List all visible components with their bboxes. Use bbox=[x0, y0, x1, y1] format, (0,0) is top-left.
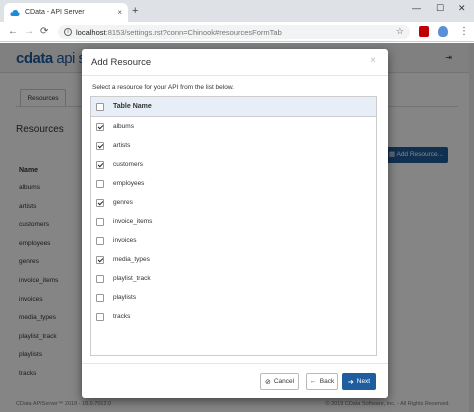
close-icon[interactable]: × bbox=[370, 55, 376, 66]
row-label: media_types bbox=[113, 256, 150, 263]
row-checkbox[interactable] bbox=[96, 160, 104, 169]
back-arrow-icon[interactable]: ← bbox=[8, 26, 18, 38]
reload-icon[interactable]: ⟳ bbox=[40, 26, 48, 38]
browser-tab-bar: CData - API Server × + — ☐ ✕ bbox=[0, 0, 474, 22]
dialog-header: Add Resource × bbox=[82, 49, 388, 76]
next-button[interactable]: ➜ Next bbox=[342, 373, 376, 390]
close-tab-icon[interactable]: × bbox=[117, 8, 122, 17]
table-row[interactable]: artists bbox=[91, 136, 376, 155]
table-row[interactable]: invoice_items bbox=[91, 212, 376, 231]
back-button[interactable]: ← Back bbox=[306, 373, 338, 390]
row-checkbox[interactable] bbox=[96, 217, 104, 226]
browser-toolbar: ← → ⟳ i localhost :8153/settings.rst?con… bbox=[0, 22, 474, 42]
dialog-description: Select a resource for your API from the … bbox=[92, 84, 234, 91]
address-bar[interactable]: i localhost :8153/settings.rst?conn=Chin… bbox=[58, 25, 410, 39]
table-row[interactable]: invoices bbox=[91, 231, 376, 250]
cancel-button[interactable]: ⊘ Cancel bbox=[260, 373, 299, 390]
info-icon[interactable]: i bbox=[64, 28, 72, 36]
forward-arrow-icon[interactable]: → bbox=[24, 26, 34, 38]
row-label: playlists bbox=[113, 294, 137, 301]
table-row[interactable]: media_types bbox=[91, 250, 376, 269]
table-row[interactable]: genres bbox=[91, 193, 376, 212]
menu-icon[interactable]: ⋮ bbox=[459, 26, 469, 38]
pdf-icon[interactable] bbox=[419, 26, 429, 37]
table-name-header: Table Name bbox=[113, 103, 152, 110]
url-path: :8153/settings.rst?conn=Chinook#resource… bbox=[105, 27, 282, 37]
dialog-title: Add Resource bbox=[91, 57, 152, 68]
arrow-left-icon: ← bbox=[309, 378, 317, 385]
star-icon[interactable]: ☆ bbox=[396, 26, 404, 37]
arrow-right-icon: ➜ bbox=[347, 378, 354, 386]
table-row[interactable]: albums bbox=[91, 117, 376, 136]
table-list: Table Name albums artists customers employe… bbox=[90, 96, 377, 356]
select-all-checkbox[interactable] bbox=[96, 102, 104, 111]
shield-icon[interactable] bbox=[438, 26, 448, 37]
row-label: playlist_track bbox=[113, 275, 151, 282]
add-resource-dialog: Add Resource × Select a resource for you… bbox=[82, 49, 388, 398]
row-label: employees bbox=[113, 180, 145, 187]
table-header-row: Table Name bbox=[91, 97, 376, 117]
table-rows: albums artists customers employees genres inv… bbox=[91, 117, 376, 326]
row-checkbox[interactable] bbox=[96, 122, 104, 131]
url-host: localhost bbox=[76, 27, 106, 37]
table-row[interactable]: customers bbox=[91, 155, 376, 174]
row-label: artists bbox=[113, 142, 131, 149]
row-label: tracks bbox=[113, 313, 131, 320]
row-label: customers bbox=[113, 161, 143, 168]
row-checkbox[interactable] bbox=[96, 179, 104, 188]
tab-title: CData - API Server bbox=[25, 9, 85, 16]
row-checkbox[interactable] bbox=[96, 198, 104, 207]
table-row[interactable]: playlist_track bbox=[91, 269, 376, 288]
minimize-icon[interactable]: — bbox=[412, 3, 421, 13]
row-checkbox[interactable] bbox=[96, 141, 104, 150]
row-checkbox[interactable] bbox=[96, 312, 104, 321]
table-row[interactable]: employees bbox=[91, 174, 376, 193]
table-row[interactable]: tracks bbox=[91, 307, 376, 326]
row-checkbox[interactable] bbox=[96, 236, 104, 245]
row-label: invoices bbox=[113, 237, 137, 244]
row-label: invoice_items bbox=[113, 218, 153, 225]
row-label: genres bbox=[113, 199, 133, 206]
browser-tab[interactable]: CData - API Server × bbox=[4, 3, 128, 22]
table-row[interactable]: playlists bbox=[91, 288, 376, 307]
row-checkbox[interactable] bbox=[96, 255, 104, 264]
row-checkbox[interactable] bbox=[96, 293, 104, 302]
maximize-icon[interactable]: ☐ bbox=[436, 3, 444, 14]
cancel-icon: ⊘ bbox=[264, 378, 271, 386]
row-checkbox[interactable] bbox=[96, 274, 104, 283]
row-label: albums bbox=[113, 123, 134, 130]
dialog-footer: ⊘ Cancel ← Back ➜ Next bbox=[82, 363, 388, 398]
cloud-icon bbox=[10, 9, 20, 16]
new-tab-button[interactable]: + bbox=[132, 5, 138, 17]
window-close-icon[interactable]: ✕ bbox=[458, 3, 466, 14]
